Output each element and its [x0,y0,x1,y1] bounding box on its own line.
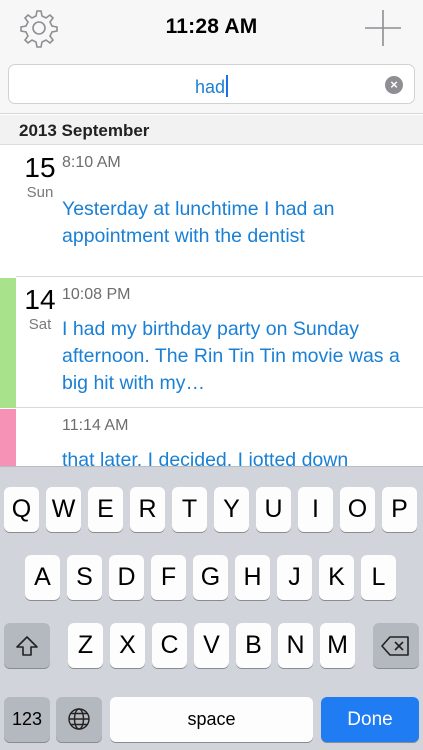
entry-time: 11:14 AM [62,417,129,434]
keyboard-row-4: 123 space Done [0,697,423,743]
key-c[interactable]: C [152,623,187,668]
key-r[interactable]: R [130,487,165,532]
globe-key[interactable] [56,697,102,742]
entry-color-bar [0,146,16,277]
entry-time: 8:10 AM [62,154,121,171]
key-j[interactable]: J [277,555,312,600]
entry-weekday: Sun [26,184,54,201]
search-input[interactable]: had × [8,64,415,104]
key-t[interactable]: T [172,487,207,532]
space-key[interactable]: space [110,697,313,742]
entry-day: 15 [24,152,56,183]
section-header-label: 2013 September [19,121,150,140]
key-h[interactable]: H [235,555,270,600]
key-n[interactable]: N [278,623,313,668]
nav-title: 11:28 AM [165,15,258,38]
entry-color-bar [0,278,16,408]
shift-icon [16,636,38,656]
key-b[interactable]: B [236,623,271,668]
search-input-value: had [194,77,226,97]
divider [16,276,423,277]
key-z[interactable]: Z [68,623,103,668]
keyboard-row-3: ZXCVBNM [0,623,423,669]
entry-color-bar [0,409,16,469]
navigation-bar: 11:28 AM [0,0,423,58]
keyboard: QWERTYUIOP ASDFGHJKL ZXCVBNM 123 space D… [0,466,423,750]
keyboard-row-2: ASDFGHJKL [0,555,423,601]
text-cursor [226,75,229,97]
journal-entry[interactable]: 11:14 AM that later. I decided. I jotted… [0,409,423,469]
key-d[interactable]: D [109,555,144,600]
key-p[interactable]: P [382,487,417,532]
entry-weekday: Sat [28,316,52,333]
done-key[interactable]: Done [321,697,419,742]
entry-text: Yesterday at lunchtime I had an appointm… [62,198,335,247]
section-header: 2013 September [0,115,423,145]
delete-key[interactable] [373,623,419,668]
journal-entry[interactable]: 15 Sun 8:10 AM Yesterday at lunchtime I … [0,146,423,277]
key-e[interactable]: E [88,487,123,532]
key-w[interactable]: W [46,487,81,532]
key-y[interactable]: Y [214,487,249,532]
key-a[interactable]: A [25,555,60,600]
divider [16,407,423,408]
key-i[interactable]: I [298,487,333,532]
key-o[interactable]: O [340,487,375,532]
journal-entry[interactable]: 14 Sat 10:08 PM I had my birthday party … [0,278,423,408]
key-g[interactable]: G [193,555,228,600]
entry-time: 10:08 PM [62,286,131,303]
globe-icon [68,708,90,730]
backspace-icon [381,636,409,656]
key-l[interactable]: L [361,555,396,600]
numbers-key[interactable]: 123 [4,697,50,742]
plus-icon[interactable] [363,8,403,48]
key-s[interactable]: S [67,555,102,600]
entry-day: 14 [24,284,56,315]
keyboard-row-1: QWERTYUIOP [0,487,423,533]
entry-text: I had my birthday party on Sunday aftern… [62,318,400,394]
key-f[interactable]: F [151,555,186,600]
key-q[interactable]: Q [4,487,39,532]
shift-key[interactable] [4,623,50,668]
key-v[interactable]: V [194,623,229,668]
key-m[interactable]: M [320,623,355,668]
search-bar: had × [0,58,423,114]
key-u[interactable]: U [256,487,291,532]
key-x[interactable]: X [110,623,145,668]
key-k[interactable]: K [319,555,354,600]
clear-search-icon[interactable]: × [385,76,403,94]
